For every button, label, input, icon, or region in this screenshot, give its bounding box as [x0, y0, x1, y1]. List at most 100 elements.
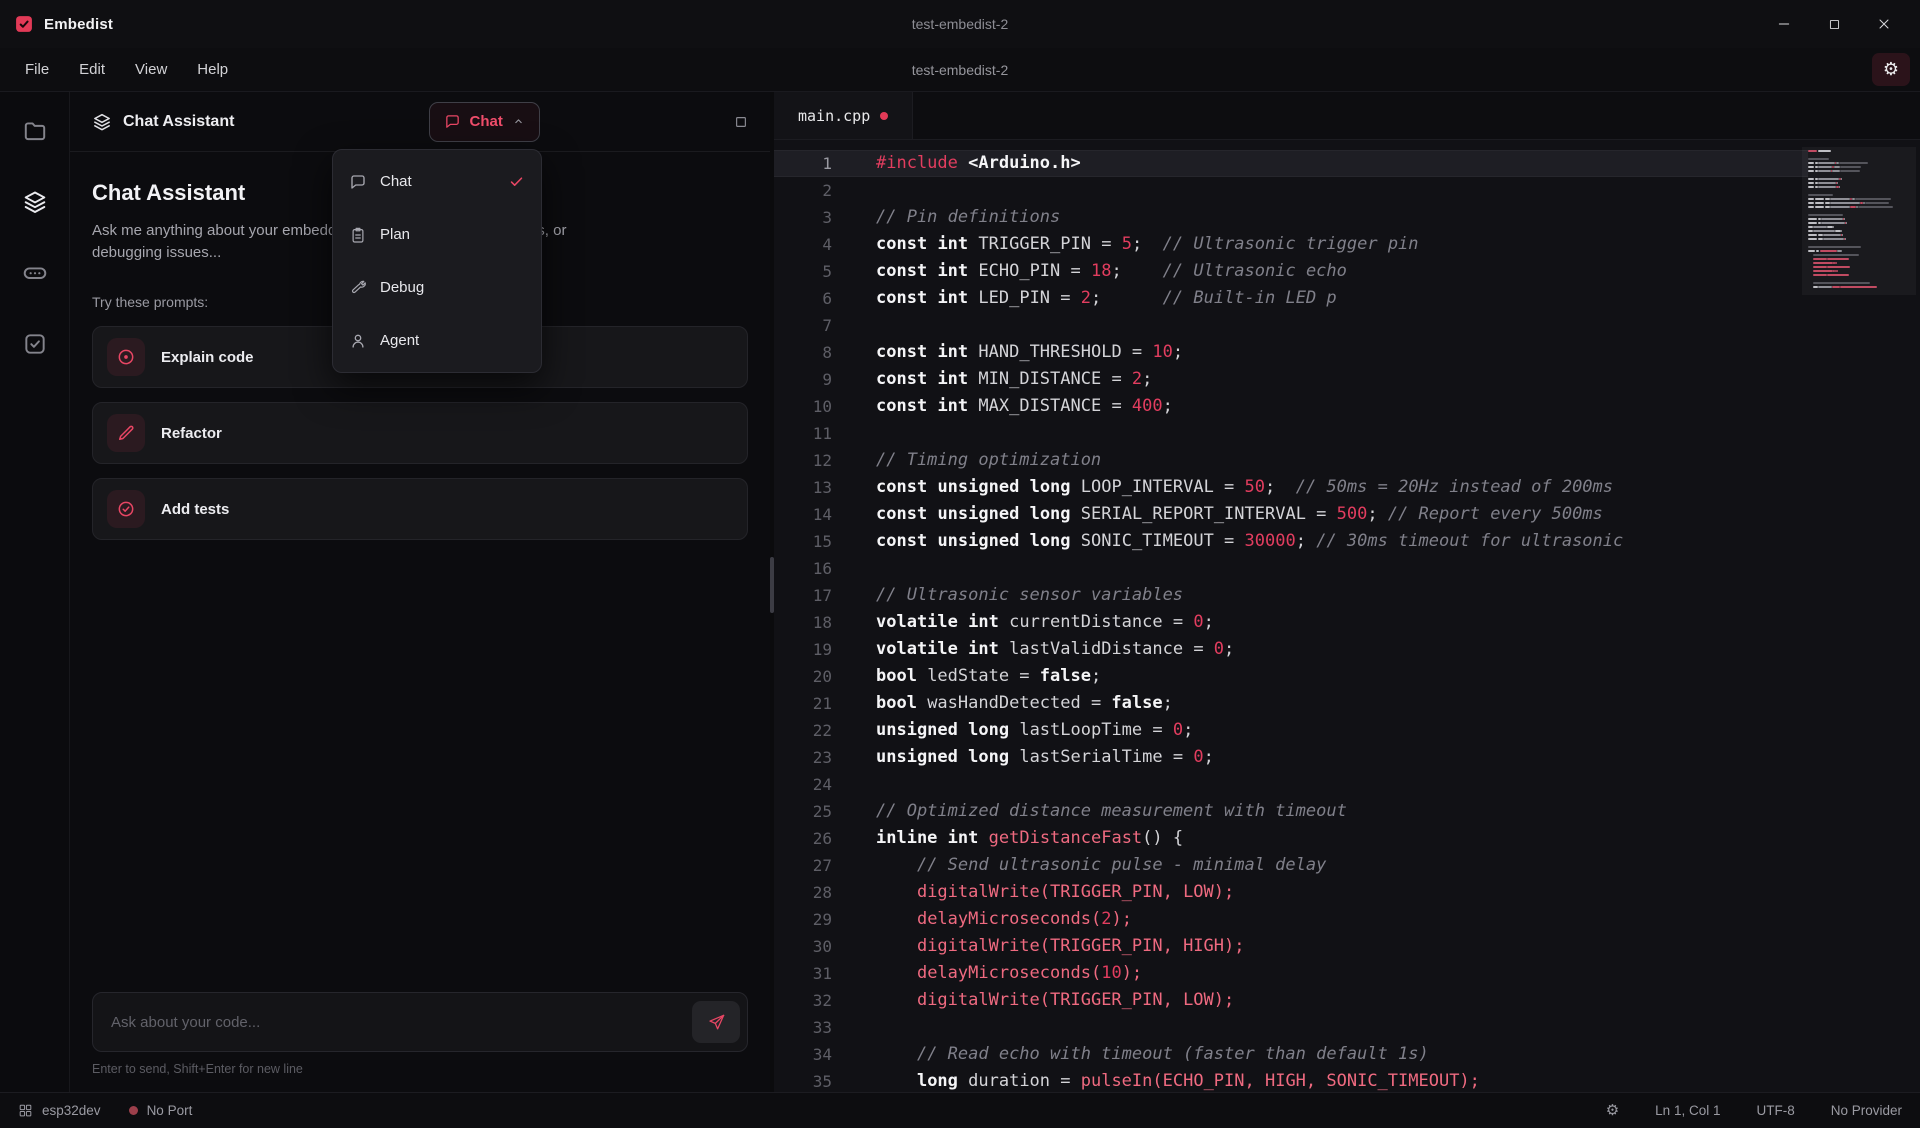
panel-toggle-icon[interactable]: [734, 115, 748, 129]
code-line[interactable]: 13 const unsigned long LOOP_INTERVAL = 50…: [774, 474, 1920, 501]
line-number: 12: [774, 447, 832, 474]
code-line[interactable]: 29 delayMicroseconds(2);: [774, 906, 1920, 933]
minimize-button[interactable]: [1762, 7, 1806, 41]
code-line[interactable]: 25// Optimized distance measurement with…: [774, 798, 1920, 825]
prompt-label: Explain code: [161, 349, 254, 366]
code-line[interactable]: 19volatile int lastValidDistance = 0;: [774, 636, 1920, 663]
chat-mode-label: Chat: [470, 113, 503, 130]
code-line[interactable]: 17// Ultrasonic sensor variables: [774, 582, 1920, 609]
window-title: test-embedist-2: [0, 16, 1920, 32]
code-text: const unsigned long LOOP_INTERVAL = 50; …: [876, 474, 1613, 501]
code-line[interactable]: 15const unsigned long SONIC_TIMEOUT = 30…: [774, 528, 1920, 555]
statusbar-device[interactable]: esp32dev: [18, 1103, 101, 1118]
activity-serial-monitor[interactable]: [22, 260, 48, 291]
encoding[interactable]: UTF-8: [1756, 1103, 1794, 1118]
cursor-position[interactable]: Ln 1, Col 1: [1655, 1103, 1720, 1118]
minimap[interactable]: [1808, 140, 1920, 1092]
statusbar: esp32dev No Port ⚙ Ln 1, Col 1 UTF-8 No …: [0, 1092, 1920, 1128]
code-line[interactable]: 27 // Send ultrasonic pulse - minimal de…: [774, 852, 1920, 879]
line-number: 16: [774, 555, 832, 582]
code-editor[interactable]: 1#include <Arduino.h>23// Pin definition…: [774, 140, 1920, 1092]
activity-chat-assistant[interactable]: [22, 189, 48, 220]
code-line[interactable]: 5const int ECHO_PIN = 18; // Ultrasonic …: [774, 258, 1920, 285]
code-line[interactable]: 1#include <Arduino.h>: [774, 150, 1920, 177]
code-line[interactable]: 21bool wasHandDetected = false;: [774, 690, 1920, 717]
minimap-lines: [1808, 150, 1908, 289]
code-text: const unsigned long SERIAL_REPORT_INTERV…: [876, 501, 1603, 528]
statusbar-port[interactable]: No Port: [129, 1103, 193, 1118]
dropdown-item-debug[interactable]: Debug: [333, 261, 541, 314]
prompt-card-refactor[interactable]: Refactor: [92, 402, 748, 464]
code-line[interactable]: 6const int LED_PIN = 2; // Built-in LED …: [774, 285, 1920, 312]
close-button[interactable]: [1862, 7, 1906, 41]
editor-tabbar: main.cpp: [774, 92, 1920, 140]
code-line[interactable]: 34 // Read echo with timeout (faster tha…: [774, 1041, 1920, 1068]
dropdown-item-chat[interactable]: Chat: [333, 155, 541, 208]
dropdown-item-label: Agent: [380, 332, 419, 349]
chat-input[interactable]: [92, 992, 748, 1052]
code-text: const int MIN_DISTANCE = 2;: [876, 366, 1152, 393]
prompt-card-add-tests[interactable]: Add tests: [92, 478, 748, 540]
tab-main-cpp[interactable]: main.cpp: [774, 92, 913, 139]
code-line[interactable]: 23unsigned long lastSerialTime = 0;: [774, 744, 1920, 771]
code-line[interactable]: 4const int TRIGGER_PIN = 5; // Ultrasoni…: [774, 231, 1920, 258]
code-line[interactable]: 2: [774, 177, 1920, 204]
settings-button[interactable]: ⚙: [1872, 53, 1910, 86]
layers-icon: [92, 112, 112, 132]
chat-mode-button[interactable]: Chat: [429, 102, 540, 142]
check-icon: [508, 173, 525, 190]
send-button[interactable]: [692, 1001, 740, 1043]
code-line[interactable]: 16: [774, 555, 1920, 582]
minimap-viewport[interactable]: [1802, 147, 1916, 295]
line-number: 4: [774, 231, 832, 258]
code-line[interactable]: 11: [774, 420, 1920, 447]
code-line[interactable]: 35 long duration = pulseIn(ECHO_PIN, HIG…: [774, 1068, 1920, 1092]
line-number: 7: [774, 312, 832, 339]
code-line[interactable]: 10const int MAX_DISTANCE = 400;: [774, 393, 1920, 420]
folder-icon: [22, 118, 48, 144]
menu-file[interactable]: File: [10, 55, 64, 84]
provider[interactable]: No Provider: [1831, 1103, 1902, 1118]
code-line[interactable]: 33: [774, 1014, 1920, 1041]
menu-edit[interactable]: Edit: [64, 55, 120, 84]
explain-icon: [107, 338, 145, 376]
code-line[interactable]: 28 digitalWrite(TRIGGER_PIN, LOW);: [774, 879, 1920, 906]
code-line[interactable]: 9 const int MIN_DISTANCE = 2;: [774, 366, 1920, 393]
code-line[interactable]: 8const int HAND_THRESHOLD = 10;: [774, 339, 1920, 366]
code-line[interactable]: 18volatile int currentDistance = 0;: [774, 609, 1920, 636]
code-line[interactable]: 12 // Timing optimization: [774, 447, 1920, 474]
activity-tasks[interactable]: [22, 331, 48, 362]
titlebar: Embedist test-embedist-2: [0, 0, 1920, 48]
activity-explorer[interactable]: [22, 118, 48, 149]
code-line[interactable]: 24: [774, 771, 1920, 798]
code-text: delayMicroseconds(10);: [876, 960, 1142, 987]
code-text: delayMicroseconds(2);: [876, 906, 1132, 933]
maximize-icon: [1827, 17, 1842, 32]
dropdown-item-label: Debug: [380, 279, 424, 296]
line-number: 15: [774, 528, 832, 555]
refactor-icon: [107, 414, 145, 452]
dropdown-item-plan[interactable]: Plan: [333, 208, 541, 261]
code-text: // Optimized distance measurement with t…: [876, 798, 1347, 825]
menu-view[interactable]: View: [120, 55, 182, 84]
code-line[interactable]: 30 digitalWrite(TRIGGER_PIN, HIGH);: [774, 933, 1920, 960]
code-line[interactable]: 3// Pin definitions: [774, 204, 1920, 231]
code-line[interactable]: 32 digitalWrite(TRIGGER_PIN, LOW);: [774, 987, 1920, 1014]
code-line[interactable]: 22unsigned long lastLoopTime = 0;: [774, 717, 1920, 744]
line-number: 13: [774, 474, 832, 501]
code-line[interactable]: 14const unsigned long SERIAL_REPORT_INTE…: [774, 501, 1920, 528]
dropdown-item-label: Chat: [380, 173, 412, 190]
dropdown-item-agent[interactable]: Agent: [333, 314, 541, 367]
statusbar-gear-icon[interactable]: ⚙: [1606, 1103, 1619, 1118]
code-line[interactable]: 7: [774, 312, 1920, 339]
code-line[interactable]: 20bool ledState = false;: [774, 663, 1920, 690]
menu-help[interactable]: Help: [182, 55, 243, 84]
code-text: // Timing optimization: [876, 447, 1101, 474]
code-line[interactable]: 26inline int getDistanceFast() {: [774, 825, 1920, 852]
line-number: 9: [774, 366, 832, 393]
mode-dropdown: Chat Plan Debug Agent: [332, 149, 542, 373]
code-line[interactable]: 31 delayMicroseconds(10);: [774, 960, 1920, 987]
chat-icon: [444, 113, 461, 130]
chat-panel-header: Chat Assistant Chat: [70, 92, 770, 152]
maximize-button[interactable]: [1812, 7, 1856, 41]
